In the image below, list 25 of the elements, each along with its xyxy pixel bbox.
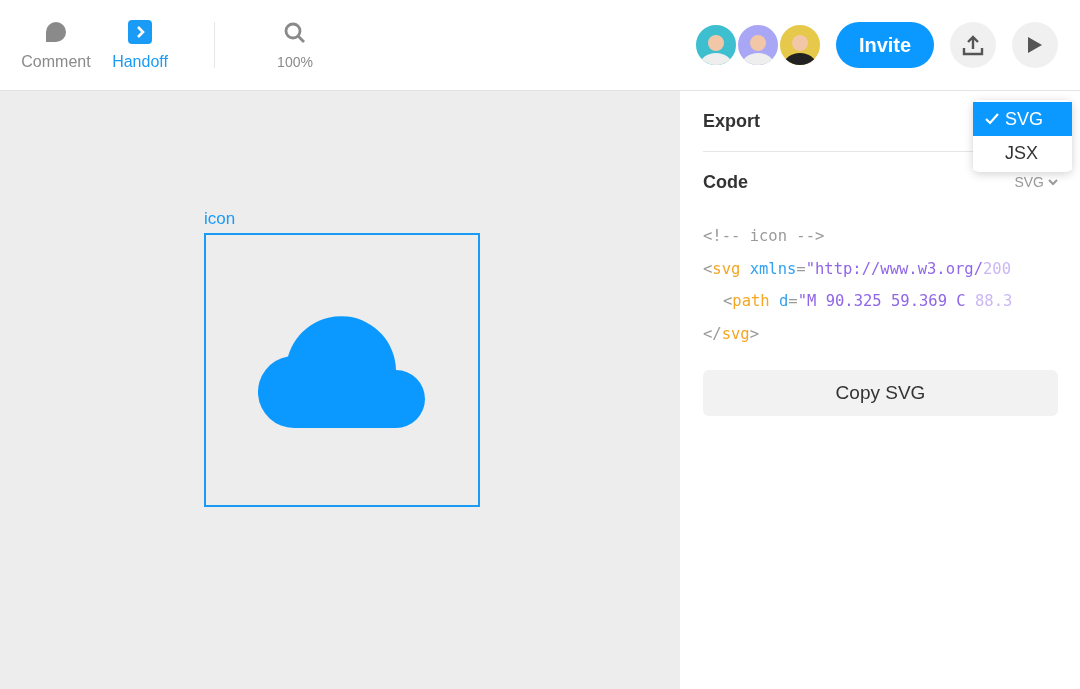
chevron-down-icon xyxy=(1048,178,1058,186)
code-line: <svg xmlns="http://www.w3.org/200 xyxy=(703,258,1012,280)
copy-button[interactable]: Copy SVG xyxy=(703,370,1058,416)
code-line: </svg> xyxy=(703,323,760,345)
frame[interactable] xyxy=(204,233,480,507)
code-line: <!-- icon --> xyxy=(703,226,826,247)
play-button[interactable] xyxy=(1012,22,1058,68)
zoom-control[interactable]: 100% xyxy=(255,20,335,70)
chevron-square-icon xyxy=(128,19,152,44)
search-icon xyxy=(283,20,307,45)
upload-icon xyxy=(962,34,984,56)
code-line: <path d="M 90.325 59.369 C 88.3 xyxy=(722,291,1014,312)
menu-item[interactable]: SVG xyxy=(973,102,1072,136)
tool-tab[interactable]: Handoff xyxy=(100,19,180,71)
menu-item[interactable]: JSX xyxy=(973,136,1072,170)
check-icon xyxy=(985,113,999,125)
section-title: Export xyxy=(703,110,760,132)
frame-label: icon xyxy=(204,209,237,229)
section-title: Code xyxy=(703,171,748,193)
upload-button[interactable] xyxy=(950,22,996,68)
invite-button[interactable]: Invite xyxy=(836,22,934,68)
comment-icon xyxy=(44,19,68,44)
play-icon xyxy=(1027,36,1043,54)
tool-tab[interactable]: Comment xyxy=(16,19,96,71)
format-select[interactable]: SVG xyxy=(1014,174,1058,190)
